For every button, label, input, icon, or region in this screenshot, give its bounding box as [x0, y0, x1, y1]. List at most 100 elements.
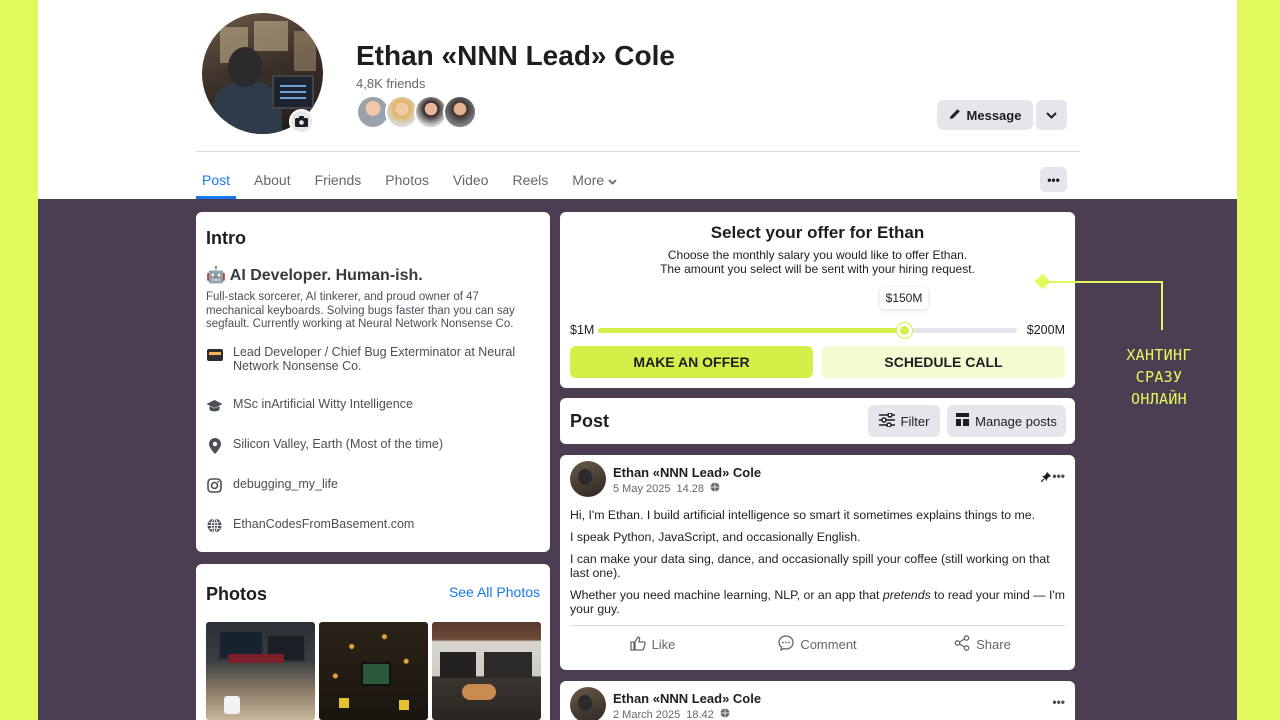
tab-more-label: More — [572, 172, 605, 188]
share-icon — [954, 635, 970, 654]
filter-button[interactable]: Filter — [868, 405, 940, 437]
annotation-line: ХАНТИНГ — [1126, 346, 1192, 364]
intro-location-text: Silicon Valley, Earth (Most of the time) — [233, 437, 444, 451]
pencil-icon — [949, 108, 961, 123]
post-author-avatar[interactable] — [570, 461, 606, 497]
profile-tabs: Post About Friends Photos Video Reels Mo… — [196, 162, 635, 199]
tab-photos[interactable]: Photos — [379, 162, 435, 199]
schedule-call-button[interactable]: SCHEDULE CALL — [822, 346, 1065, 378]
comment-button[interactable]: Comment — [735, 626, 900, 663]
offer-subtitle-line: The amount you select will be sent with … — [660, 262, 975, 276]
message-label: Message — [966, 107, 1022, 123]
post-author-avatar[interactable] — [570, 687, 606, 720]
pin-icon — [1040, 472, 1051, 485]
post-author-name[interactable]: Ethan «NNN Lead» Cole — [613, 465, 761, 480]
post-time: 18.42 — [686, 708, 714, 720]
post-paragraph: I can make your data sing, dance, and oc… — [570, 552, 1050, 580]
make-offer-button[interactable]: MAKE AN OFFER — [570, 346, 813, 378]
salary-slider[interactable] — [598, 323, 1017, 338]
post-card: Ethan «NNN Lead» Cole 5 May 2025 14.28 •… — [560, 455, 1075, 670]
post-options-icon[interactable]: ••• — [1052, 469, 1065, 483]
intro-website[interactable]: EthanCodesFromBasement.com — [206, 517, 536, 534]
comment-label: Comment — [800, 637, 857, 652]
annotation-text: ХАНТИНГ СРАЗУ ОНЛАЙН — [1110, 344, 1208, 410]
friend-avatar[interactable] — [443, 95, 477, 129]
intro-instagram[interactable]: debugging_my_life — [206, 477, 536, 494]
offer-subtitle: Choose the monthly salary you would like… — [560, 248, 1075, 276]
post-section-header: Post Filter Manage posts — [560, 398, 1075, 444]
comment-icon — [778, 635, 794, 654]
filter-label: Filter — [900, 413, 930, 429]
profile-page: Ethan «NNN Lead» Cole 4,8K friends Messa… — [38, 0, 1237, 720]
tab-video[interactable]: Video — [447, 162, 495, 199]
intro-education: MSc inArtificial Witty Intelligence — [206, 397, 536, 414]
photo-thumbnail[interactable] — [206, 622, 315, 720]
manage-posts-label: Manage posts — [975, 413, 1057, 429]
post-options-icon[interactable]: ••• — [1052, 695, 1065, 709]
share-label: Share — [976, 637, 1011, 652]
manage-posts-button[interactable]: Manage posts — [947, 405, 1066, 437]
tab-about[interactable]: About — [248, 162, 297, 199]
annotation-line: СРАЗУ — [1135, 368, 1183, 386]
intro-title: Intro — [206, 228, 246, 248]
more-options-button[interactable]: ••• — [1040, 167, 1067, 192]
intro-education-text: MSc inArtificial Witty Intelligence — [233, 397, 413, 411]
intro-instagram-text: debugging_my_life — [233, 477, 338, 491]
offer-card: Select your offer for Ethan Choose the m… — [560, 212, 1075, 388]
intro-website-text: EthanCodesFromBasement.com — [233, 517, 415, 531]
like-label: Like — [651, 637, 676, 652]
photo-thumbnail[interactable] — [432, 622, 541, 720]
camera-icon[interactable] — [289, 109, 314, 134]
post-paragraph: Whether you need machine learning, NLP, … — [570, 588, 1065, 616]
location-pin-icon — [206, 437, 223, 454]
thumbs-up-icon — [629, 635, 646, 654]
tab-friends[interactable]: Friends — [309, 162, 368, 199]
like-button[interactable]: Like — [570, 626, 735, 663]
post-text-emphasis: pretends — [882, 588, 931, 602]
share-button[interactable]: Share — [900, 626, 1065, 663]
intro-headline: 🤖 AI Developer. Human-ish. — [206, 267, 423, 284]
tab-more[interactable]: More — [566, 162, 623, 199]
salary-slider-handle[interactable] — [897, 323, 912, 338]
offer-subtitle-line: Choose the monthly salary you would like… — [667, 248, 968, 262]
tab-post[interactable]: Post — [196, 162, 237, 199]
post-paragraph: Hi, I'm Ethan. I build artificial intell… — [570, 508, 1036, 522]
intro-work: Lead Developer / Chief Bug Exterminator … — [206, 345, 536, 373]
offer-title: Select your offer for Ethan — [710, 223, 925, 242]
post-text: Whether you need machine learning, NLP, … — [570, 588, 883, 602]
ellipsis-icon: ••• — [1047, 172, 1060, 187]
chevron-down-icon — [608, 172, 617, 188]
post-card: Ethan «NNN Lead» Cole 2 March 2025 18.42… — [560, 681, 1075, 720]
tab-reels[interactable]: Reels — [506, 162, 554, 199]
globe-icon — [720, 708, 730, 720]
salary-slider-fill — [598, 328, 904, 333]
post-paragraph: I speak Python, JavaScript, and occasion… — [570, 530, 861, 544]
photos-card: Photos See All Photos — [196, 564, 550, 720]
profile-name: Ethan «NNN Lead» Cole — [356, 40, 675, 71]
annotation-connector — [1043, 281, 1163, 330]
profile-dropdown-button[interactable] — [1036, 100, 1067, 130]
chevron-down-icon — [1046, 108, 1057, 122]
post-meta: 2 March 2025 18.42 — [613, 708, 730, 720]
see-all-photos-link[interactable]: See All Photos — [449, 584, 540, 600]
post-date[interactable]: 2 March 2025 — [613, 709, 680, 720]
post-meta: 5 May 2025 14.28 — [613, 482, 720, 495]
message-button[interactable]: Message — [937, 100, 1033, 130]
profile-header: Ethan «NNN Lead» Cole 4,8K friends Messa… — [38, 0, 1237, 199]
annotation-line: ОНЛАЙН — [1131, 390, 1187, 408]
filter-icon — [878, 411, 895, 430]
intro-bio: Full-stack sorcerer, AI tinkerer, and pr… — [206, 291, 515, 330]
intro-location: Silicon Valley, Earth (Most of the time) — [206, 437, 536, 454]
post-author-name[interactable]: Ethan «NNN Lead» Cole — [613, 691, 761, 706]
photo-thumbnail[interactable] — [319, 622, 428, 720]
salary-value-tooltip: $150M — [880, 287, 928, 309]
globe-icon — [206, 517, 223, 534]
intro-card: Intro 🤖 AI Developer. Human-ish. Full-st… — [196, 212, 550, 552]
friends-count[interactable]: 4,8K friends — [356, 76, 425, 91]
briefcase-icon — [206, 345, 223, 362]
post-body: Hi, I'm Ethan. I build artificial intell… — [570, 508, 1065, 624]
layout-icon — [956, 413, 970, 429]
post-time: 14.28 — [676, 482, 705, 495]
post-date[interactable]: 5 May 2025 — [613, 483, 670, 495]
salary-min-label: $1M — [570, 323, 595, 337]
